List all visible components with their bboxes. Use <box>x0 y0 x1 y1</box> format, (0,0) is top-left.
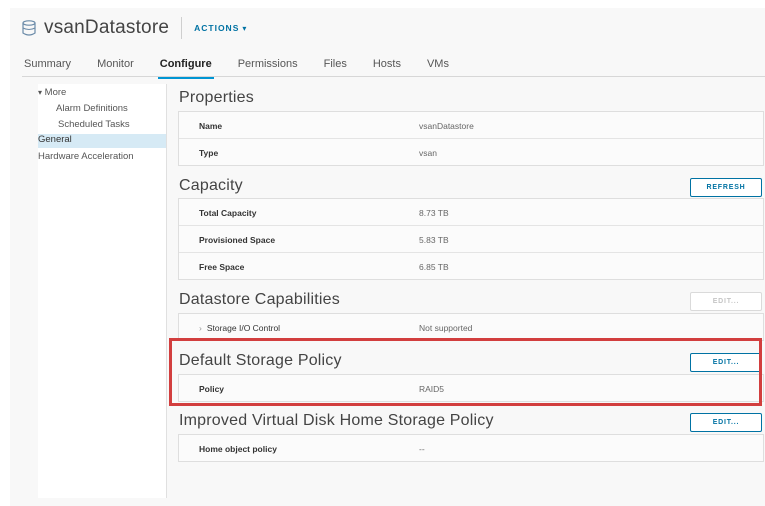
properties-heading: Properties <box>179 89 254 106</box>
capabilities-heading: Datastore Capabilities <box>179 291 340 308</box>
property-value: vsan <box>419 148 437 158</box>
sidebar-item-alarm-definitions[interactable]: Alarm Definitions <box>56 103 128 114</box>
capability-key[interactable]: › Storage I/O Control <box>199 323 280 333</box>
table-row: Provisioned Space 5.83 TB <box>179 226 763 253</box>
property-value: vsanDatastore <box>419 121 474 131</box>
table-row: Free Space 6.85 TB <box>179 253 763 279</box>
tab-bar: Summary Monitor Configure Permissions Fi… <box>22 56 473 79</box>
capacity-key: Total Capacity <box>199 208 257 218</box>
capacity-key: Free Space <box>199 262 245 272</box>
capacity-value: 8.73 TB <box>419 208 449 218</box>
home-policy-table: Home object policy -- <box>178 434 764 462</box>
home-policy-edit-button[interactable]: EDIT... <box>690 413 762 432</box>
sidebar-item-scheduled-tasks[interactable]: Scheduled Tasks <box>58 119 130 130</box>
capability-value: Not supported <box>419 323 473 333</box>
table-row: Type vsan <box>179 139 763 165</box>
tab-hosts[interactable]: Hosts <box>371 56 403 76</box>
tab-summary[interactable]: Summary <box>22 56 73 76</box>
chevron-right-icon[interactable]: › <box>199 323 202 333</box>
page-title: vsanDatastore <box>44 17 170 38</box>
datastore-icon <box>22 20 36 36</box>
sidebar-item-general[interactable]: General <box>38 134 166 148</box>
table-row[interactable]: › Storage I/O Control Not supported <box>179 314 763 340</box>
header-divider <box>181 17 183 39</box>
home-policy-heading: Improved Virtual Disk Home Storage Polic… <box>179 412 494 429</box>
tab-vms[interactable]: VMs <box>425 56 451 76</box>
capacity-heading: Capacity <box>179 177 243 194</box>
home-policy-value: -- <box>419 444 425 454</box>
caret-down-icon: ▾ <box>38 88 43 97</box>
capabilities-table: › Storage I/O Control Not supported <box>178 313 764 341</box>
capacity-table: Total Capacity 8.73 TB Provisioned Space… <box>178 198 764 280</box>
capacity-value: 6.85 TB <box>419 262 449 272</box>
object-header: vsanDatastore ACTIONS ▾ <box>22 14 247 42</box>
refresh-button[interactable]: REFRESH <box>690 178 762 197</box>
sidebar-group-more[interactable]: ▾ More <box>38 87 66 98</box>
configure-sidebar: ▾ More Alarm Definitions Scheduled Tasks… <box>38 84 167 498</box>
actions-menu-button[interactable]: ACTIONS ▾ <box>194 23 247 33</box>
table-row: Name vsanDatastore <box>179 112 763 139</box>
tab-divider <box>22 76 765 77</box>
sidebar-group-label: More <box>44 87 67 98</box>
tab-monitor[interactable]: Monitor <box>95 56 136 76</box>
capacity-value: 5.83 TB <box>419 235 449 245</box>
property-key: Type <box>199 148 219 158</box>
properties-table: Name vsanDatastore Type vsan <box>178 111 764 166</box>
home-policy-key: Home object policy <box>199 444 277 454</box>
capacity-key: Provisioned Space <box>199 235 276 245</box>
table-row: Home object policy -- <box>179 435 763 461</box>
table-row: Total Capacity 8.73 TB <box>179 199 763 226</box>
sidebar-item-label: General <box>38 134 72 145</box>
property-key: Name <box>199 121 223 131</box>
tab-files[interactable]: Files <box>322 56 349 76</box>
sidebar-item-hardware-acceleration[interactable]: Hardware Acceleration <box>38 151 134 162</box>
capability-key-label: Storage I/O Control <box>206 323 281 333</box>
chevron-down-icon: ▾ <box>242 23 248 33</box>
tab-permissions[interactable]: Permissions <box>236 56 300 76</box>
capabilities-edit-button[interactable]: EDIT... <box>690 292 762 311</box>
highlight-box <box>169 338 762 406</box>
actions-label: ACTIONS <box>194 23 240 33</box>
